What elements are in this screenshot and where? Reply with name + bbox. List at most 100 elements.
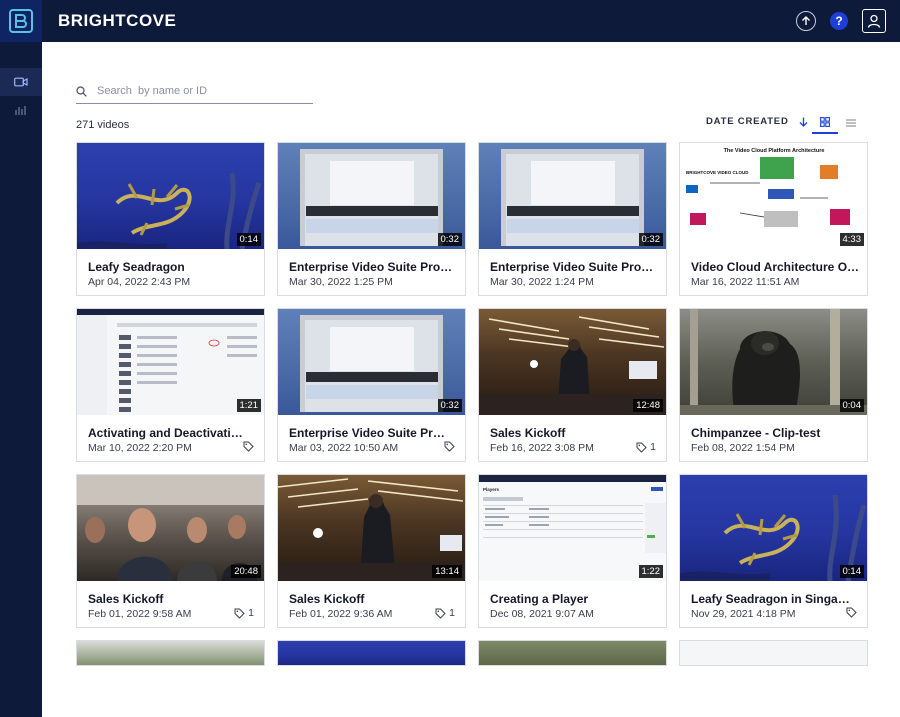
grid-view-button[interactable] [812,112,838,134]
video-thumbnail[interactable]: 12:48 [479,309,666,415]
brightcove-logo[interactable] [0,0,42,42]
upload-button[interactable] [796,11,816,31]
video-thumbnail[interactable]: 0:32 [479,143,666,249]
video-title[interactable]: Sales Kickoff [289,592,459,606]
video-thumbnail[interactable]: 1:21 [77,309,264,415]
video-date: Mar 03, 2022 10:50 AM [289,442,399,454]
list-view-button[interactable] [838,112,864,134]
video-card[interactable]: 0:14 Leafy Seadragon in Singapore Nov 29… [679,474,868,628]
video-thumbnail[interactable]: Players 1:22 [479,475,666,581]
video-title[interactable]: Sales Kickoff [88,592,258,606]
video-tags[interactable]: 1 [234,607,254,619]
video-grid: 0:14 Leafy Seadragon Apr 04, 2022 2:43 P… [76,142,868,666]
video-date: Mar 30, 2022 1:24 PM [490,276,594,288]
tag-icon [636,442,647,453]
video-count: 271 videos [76,119,130,131]
tag-count: 1 [449,607,455,619]
video-duration: 4:33 [839,233,864,246]
video-title[interactable]: Enterprise Video Suite Prom... [289,426,449,440]
video-card[interactable]: 0:32 Enterprise Video Suite Prom... Mar … [277,308,466,462]
video-card[interactable]: Players 1:22 Creating a Player Dec 08, 2… [478,474,667,628]
video-card[interactable]: 0:04 Chimpanzee - Clip-test Feb 08, 2022… [679,308,868,462]
video-card[interactable]: 0:14 Leafy Seadragon Apr 04, 2022 2:43 P… [76,142,265,296]
video-date: Mar 16, 2022 11:51 AM [691,276,800,288]
video-thumbnail[interactable] [680,641,867,665]
video-tags[interactable] [846,607,857,618]
video-thumbnail[interactable]: 0:04 [680,309,867,415]
top-header: BRIGHTCOVE ? [0,0,900,42]
video-card[interactable] [478,640,667,666]
video-card[interactable]: 20:48 Sales Kickoff Feb 01, 2022 9:58 AM… [76,474,265,628]
user-icon [867,14,881,28]
video-thumbnail[interactable]: 0:32 [278,309,465,415]
bar-chart-icon [15,106,26,115]
tag-icon [846,607,857,618]
user-profile-button[interactable] [862,9,886,33]
video-date: Feb 01, 2022 9:58 AM [88,608,192,620]
arch-brand-text: BRIGHTCOVE VIDEO CLOUD [686,170,749,175]
video-thumbnail[interactable]: 0:14 [77,143,264,249]
laptop-footer-row [306,219,438,233]
video-thumbnail[interactable]: 0:14 [680,475,867,581]
video-title[interactable]: Enterprise Video Suite Prom... [490,260,660,274]
video-card[interactable]: 12:48 Sales Kickoff Feb 16, 2022 3:08 PM… [478,308,667,462]
video-duration: 0:32 [638,233,663,246]
video-card[interactable]: 0:32 Enterprise Video Suite Prom... Mar … [478,142,667,296]
video-card[interactable] [76,640,265,666]
laptop-ui-panel [330,161,414,205]
tag-icon [234,608,245,619]
video-title[interactable]: Enterprise Video Suite Prom... [289,260,459,274]
laptop-footer-row [507,219,639,233]
list-icon [846,119,856,127]
video-date: Feb 01, 2022 9:36 AM [289,608,393,620]
video-thumbnail[interactable]: 20:48 [77,475,264,581]
video-title[interactable]: Activating and Deactivating ... [88,426,248,440]
video-tags[interactable] [444,441,455,452]
video-card[interactable] [679,640,868,666]
video-duration: 0:04 [839,399,864,412]
help-button[interactable]: ? [830,12,848,30]
video-thumbnail[interactable]: The Video Cloud Platform Architecture BR… [680,143,867,249]
video-tags[interactable]: 1 [435,607,455,619]
search-icon [76,85,87,97]
video-duration: 1:22 [638,565,663,578]
video-date: Mar 30, 2022 1:25 PM [289,276,393,288]
laptop-video-strip [306,372,438,382]
video-thumbnail[interactable]: 13:14 [278,475,465,581]
video-duration: 0:32 [437,233,462,246]
sidebar-item-videos[interactable] [0,68,42,96]
arrow-down-icon[interactable] [799,117,808,127]
video-card[interactable]: 0:32 Enterprise Video Suite Prom... Mar … [277,142,466,296]
sidebar [0,42,42,717]
upload-arrow-icon [802,16,810,25]
video-title[interactable]: Leafy Seadragon in Singapore [691,592,851,606]
video-thumbnail[interactable] [278,641,465,665]
video-thumbnail[interactable] [479,641,666,665]
tag-count: 1 [248,607,254,619]
tag-icon [435,608,446,619]
video-tags[interactable] [243,441,254,452]
video-title[interactable]: Sales Kickoff [490,426,660,440]
video-thumbnail[interactable] [77,641,264,665]
video-title[interactable]: Leafy Seadragon [88,260,258,274]
video-title[interactable]: Video Cloud Architecture Ov... [691,260,861,274]
search-input[interactable] [97,85,297,97]
video-date: Apr 04, 2022 2:43 PM [88,276,191,288]
video-date: Mar 10, 2022 2:20 PM [88,442,192,454]
sort-control[interactable]: DATE CREATED [706,116,808,127]
video-title[interactable]: Creating a Player [490,592,660,606]
video-card[interactable] [277,640,466,666]
video-duration: 0:14 [839,565,864,578]
video-duration: 20:48 [231,565,261,578]
video-duration: 13:14 [432,565,462,578]
sidebar-item-analytics[interactable] [0,96,42,124]
arch-title-text: The Video Cloud Platform Architecture [724,148,825,154]
video-card[interactable]: The Video Cloud Platform Architecture BR… [679,142,868,296]
video-thumbnail[interactable]: 0:32 [278,143,465,249]
video-card[interactable]: 13:14 Sales Kickoff Feb 01, 2022 9:36 AM… [277,474,466,628]
video-card[interactable]: 1:21 Activating and Deactivating ... Mar… [76,308,265,462]
search-bar [76,79,313,104]
video-title[interactable]: Chimpanzee - Clip-test [691,426,861,440]
video-duration: 12:48 [633,399,663,412]
video-tags[interactable]: 1 [636,441,656,453]
